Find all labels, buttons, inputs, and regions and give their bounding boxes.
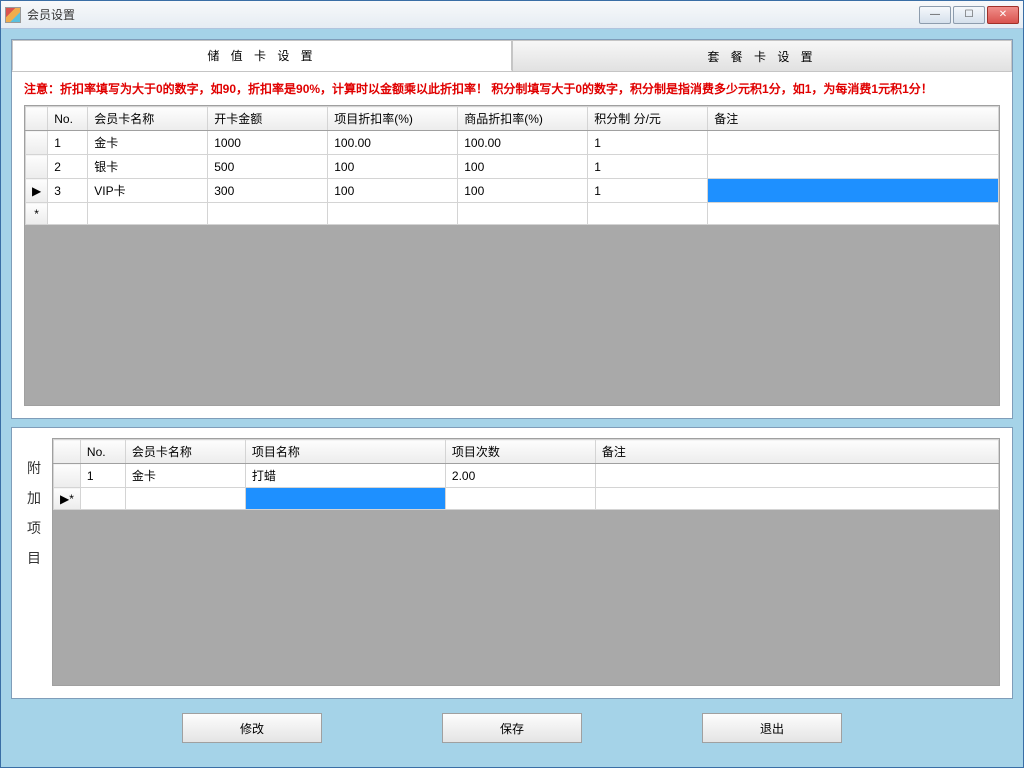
cell-remark[interactable]: [708, 131, 999, 155]
cell[interactable]: [445, 488, 595, 510]
cell-remark[interactable]: [708, 155, 999, 179]
cell-name[interactable]: 金卡: [125, 464, 245, 488]
app-icon: [5, 7, 21, 23]
cell[interactable]: [80, 488, 125, 510]
row-indicator: [26, 155, 48, 179]
card-grid-wrapper: No. 会员卡名称 开卡金额 项目折扣率(%) 商品折扣率(%) 积分制 分/元…: [24, 105, 1000, 406]
col-rowhead: [26, 107, 48, 131]
cell-no[interactable]: 1: [48, 131, 88, 155]
col-remark: 备注: [708, 107, 999, 131]
cell-item-name[interactable]: 打蜡: [245, 464, 445, 488]
button-bar: 修改 保存 退出: [11, 707, 1013, 753]
cell[interactable]: [208, 203, 328, 225]
cell-open-amount[interactable]: 300: [208, 179, 328, 203]
table-new-row[interactable]: *: [26, 203, 999, 225]
col-item-discount: 项目折扣率(%): [328, 107, 458, 131]
col-remark: 备注: [595, 440, 998, 464]
cell-no[interactable]: 3: [48, 179, 88, 203]
table-row[interactable]: 2 银卡 500 100 100 1: [26, 155, 999, 179]
card-grid[interactable]: No. 会员卡名称 开卡金额 项目折扣率(%) 商品折扣率(%) 积分制 分/元…: [25, 106, 999, 225]
exit-button[interactable]: 退出: [702, 713, 842, 743]
addon-grid[interactable]: No. 会员卡名称 项目名称 项目次数 备注 1 金卡 打蜡: [53, 439, 999, 510]
cell-goods-discount[interactable]: 100: [458, 179, 588, 203]
minimize-button[interactable]: —: [919, 6, 951, 24]
col-goods-discount: 商品折扣率(%): [458, 107, 588, 131]
cell-active[interactable]: [245, 488, 445, 510]
row-indicator: [26, 131, 48, 155]
client-area: 储 值 卡 设 置 套 餐 卡 设 置 注意：折扣率填写为大于0的数字，如90，…: [1, 29, 1023, 767]
cell[interactable]: [125, 488, 245, 510]
cell[interactable]: [708, 203, 999, 225]
window-controls: — ☐ ✕: [919, 6, 1019, 24]
modify-button[interactable]: 修改: [182, 713, 322, 743]
window-title: 会员设置: [27, 6, 919, 23]
cell-points[interactable]: 1: [588, 179, 708, 203]
grid-empty-area: [53, 510, 999, 685]
col-item-name: 项目名称: [245, 440, 445, 464]
cell-item-discount[interactable]: 100: [328, 179, 458, 203]
table-row[interactable]: 1 金卡 打蜡 2.00: [54, 464, 999, 488]
col-item-count: 项目次数: [445, 440, 595, 464]
save-button[interactable]: 保存: [442, 713, 582, 743]
label-char: 附: [27, 458, 41, 478]
addon-label: 附 加 项 目: [24, 438, 44, 686]
tab-bar: 储 值 卡 设 置 套 餐 卡 设 置: [12, 40, 1012, 72]
col-no: No.: [48, 107, 88, 131]
cell-item-discount[interactable]: 100.00: [328, 131, 458, 155]
table-new-row[interactable]: ▶*: [54, 488, 999, 510]
label-char: 加: [27, 488, 41, 508]
col-open-amount: 开卡金额: [208, 107, 328, 131]
cell[interactable]: [88, 203, 208, 225]
close-button[interactable]: ✕: [987, 6, 1019, 24]
row-indicator-current: ▶: [26, 179, 48, 203]
cell-no[interactable]: 2: [48, 155, 88, 179]
top-panel: 储 值 卡 设 置 套 餐 卡 设 置 注意：折扣率填写为大于0的数字，如90，…: [11, 39, 1013, 419]
cell-remark[interactable]: [595, 464, 998, 488]
cell[interactable]: [458, 203, 588, 225]
maximize-button[interactable]: ☐: [953, 6, 985, 24]
cell-open-amount[interactable]: 1000: [208, 131, 328, 155]
cell[interactable]: [588, 203, 708, 225]
col-name: 会员卡名称: [125, 440, 245, 464]
tab-stored-value[interactable]: 储 值 卡 设 置: [12, 40, 512, 71]
cell[interactable]: [48, 203, 88, 225]
grid-empty-area: [25, 225, 999, 405]
cell-goods-discount[interactable]: 100: [458, 155, 588, 179]
cell-name[interactable]: VIP卡: [88, 179, 208, 203]
cell-name[interactable]: 金卡: [88, 131, 208, 155]
tab-package[interactable]: 套 餐 卡 设 置: [512, 40, 1012, 71]
col-points: 积分制 分/元: [588, 107, 708, 131]
row-indicator: [54, 464, 81, 488]
label-char: 项: [27, 518, 41, 538]
addon-panel: 附 加 项 目 No. 会员卡名称 项目名称 项目次数 备注: [11, 427, 1013, 699]
cell-no[interactable]: 1: [80, 464, 125, 488]
cell-points[interactable]: 1: [588, 155, 708, 179]
cell-item-discount[interactable]: 100: [328, 155, 458, 179]
main-window: 会员设置 — ☐ ✕ 储 值 卡 设 置 套 餐 卡 设 置 注意：折扣率填写为…: [0, 0, 1024, 768]
row-indicator-new: ▶*: [54, 488, 81, 510]
cell-open-amount[interactable]: 500: [208, 155, 328, 179]
col-name: 会员卡名称: [88, 107, 208, 131]
notice-text: 注意：折扣率填写为大于0的数字，如90，折扣率是90%，计算时以金额乘以此折扣率…: [12, 72, 1012, 105]
table-row[interactable]: ▶ 3 VIP卡 300 100 100 1: [26, 179, 999, 203]
cell-item-count[interactable]: 2.00: [445, 464, 595, 488]
cell-points[interactable]: 1: [588, 131, 708, 155]
titlebar: 会员设置 — ☐ ✕: [1, 1, 1023, 29]
label-char: 目: [27, 548, 41, 568]
table-row[interactable]: 1 金卡 1000 100.00 100.00 1: [26, 131, 999, 155]
col-no: No.: [80, 440, 125, 464]
cell[interactable]: [595, 488, 998, 510]
cell-remark[interactable]: [708, 179, 999, 203]
cell-goods-discount[interactable]: 100.00: [458, 131, 588, 155]
cell[interactable]: [328, 203, 458, 225]
addon-grid-wrapper: No. 会员卡名称 项目名称 项目次数 备注 1 金卡 打蜡: [52, 438, 1000, 686]
row-indicator-new: *: [26, 203, 48, 225]
col-rowhead: [54, 440, 81, 464]
cell-name[interactable]: 银卡: [88, 155, 208, 179]
